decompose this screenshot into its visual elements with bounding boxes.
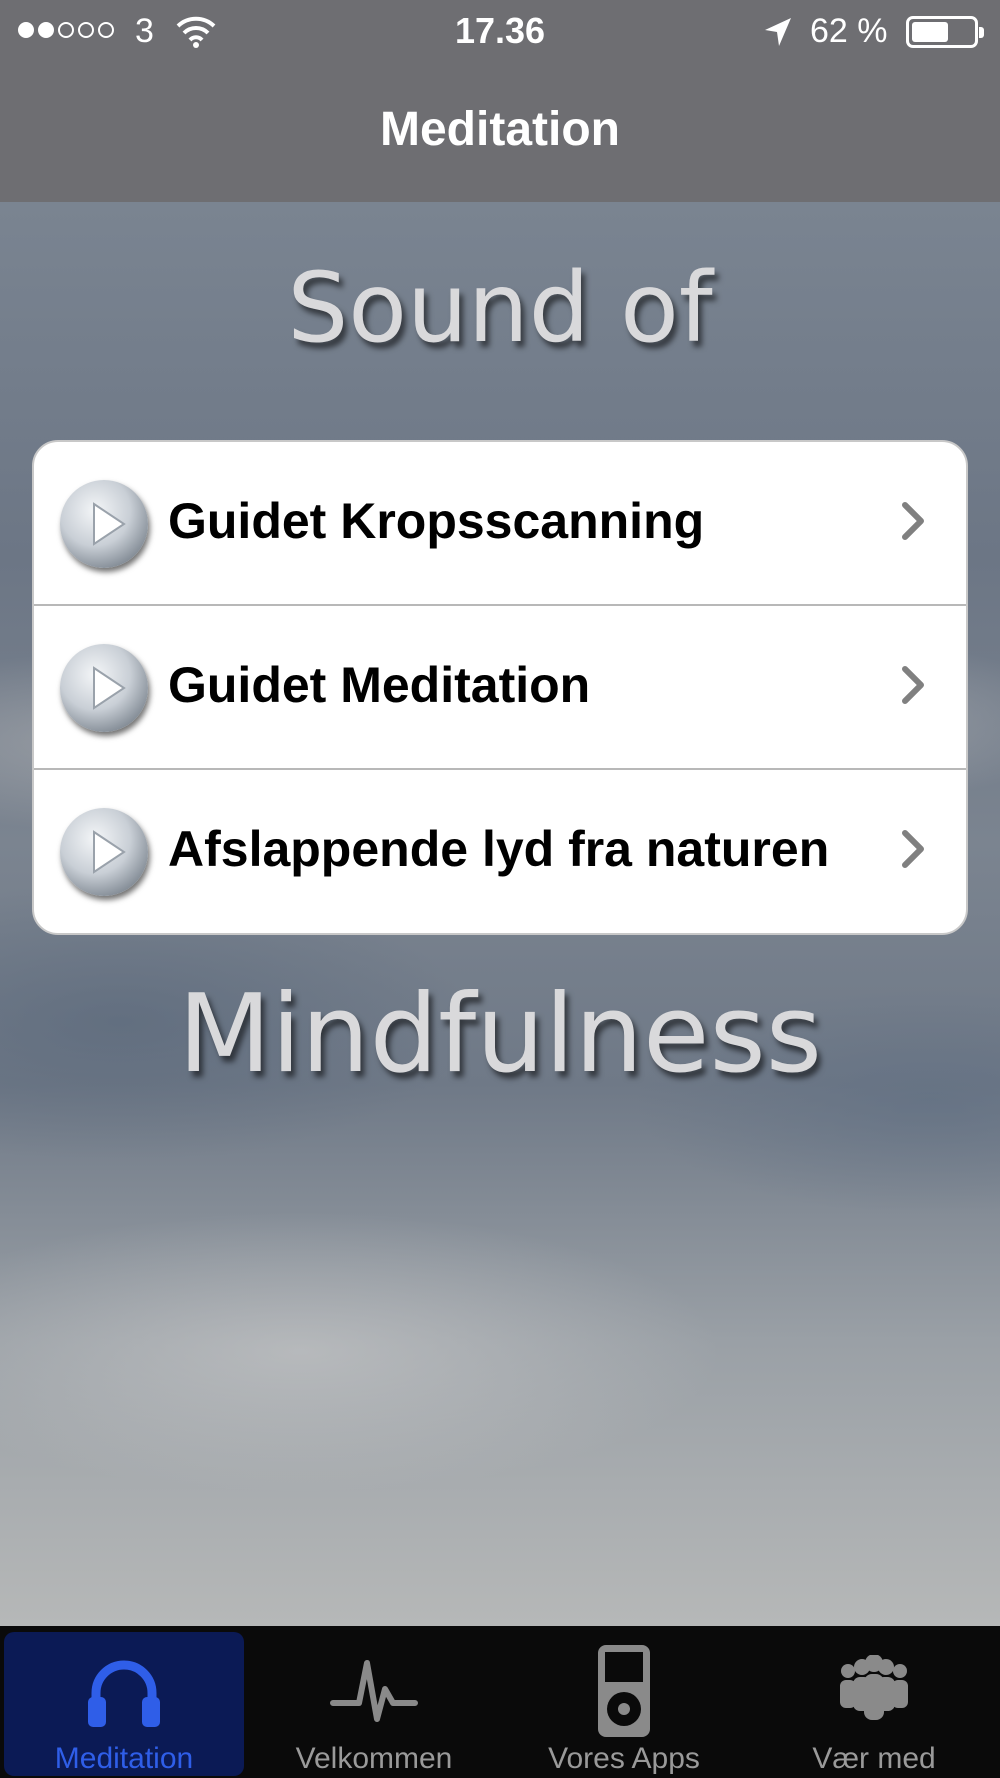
- headline-mindfulness: Mindfulness: [177, 972, 823, 1097]
- chevron-right-icon: [902, 502, 924, 540]
- status-bar: 3 17.36 62 %: [0, 0, 1000, 64]
- headline-sound-of: Sound of: [287, 252, 713, 364]
- play-icon: [60, 808, 148, 896]
- chevron-right-icon: [902, 666, 924, 704]
- meditation-list: Guidet Kropsscanning Guidet Meditation A…: [32, 440, 968, 935]
- tab-bar: Meditation Velkommen Vores Apps Vær med: [0, 1626, 1000, 1778]
- tab-meditation[interactable]: Meditation: [4, 1632, 244, 1776]
- list-item-label: Guidet Kropsscanning: [168, 493, 705, 549]
- list-item-label: Afslappende lyd fra naturen: [168, 821, 830, 877]
- tab-label: Vær med: [812, 1742, 936, 1775]
- headphones-icon: [88, 1660, 160, 1727]
- battery-icon: [906, 16, 984, 48]
- battery-percent: 62 %: [810, 12, 888, 50]
- list-item[interactable]: Guidet Meditation: [34, 606, 966, 770]
- tab-label: Vores Apps: [548, 1742, 700, 1775]
- list-item-label: Guidet Meditation: [168, 657, 591, 713]
- tab-vaer-med[interactable]: Vær med: [754, 1632, 994, 1776]
- people-icon: [840, 1655, 908, 1720]
- navigation-bar: Meditation: [0, 64, 1000, 203]
- tab-vores-apps[interactable]: Vores Apps: [504, 1632, 744, 1776]
- main-content: Sound of Guidet Kropsscanning Guidet Med…: [0, 202, 1000, 1626]
- tab-label: Meditation: [54, 1742, 194, 1775]
- page-title: Meditation: [380, 103, 620, 156]
- ipod-icon: [598, 1645, 650, 1737]
- tab-label: Velkommen: [295, 1742, 453, 1775]
- list-item[interactable]: Guidet Kropsscanning: [34, 442, 966, 606]
- location-arrow-icon: [765, 18, 791, 46]
- tab-velkommen[interactable]: Velkommen: [254, 1632, 494, 1776]
- heartbeat-icon: [330, 1660, 418, 1722]
- list-item[interactable]: Afslappende lyd fra naturen: [34, 770, 966, 933]
- battery-level-fill: [912, 22, 948, 42]
- play-icon: [60, 480, 148, 568]
- play-icon: [60, 644, 148, 732]
- chevron-right-icon: [902, 830, 924, 868]
